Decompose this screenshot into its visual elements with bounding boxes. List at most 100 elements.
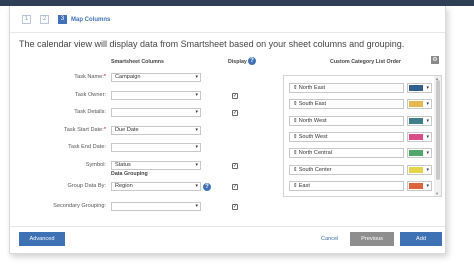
category-name[interactable]: ⇕South East [289,99,404,109]
column-select-value: Campaign [115,74,141,80]
color-swatch [409,150,423,156]
previous-button[interactable]: Previous [350,232,394,246]
category-name[interactable]: ⇕East [289,181,404,191]
chevron-down-icon: ▾ [195,127,198,133]
drag-handle-icon[interactable]: ⇕ [293,150,298,156]
gear-icon[interactable]: ⚙ [431,56,439,64]
scroll-thumb[interactable] [436,80,440,180]
wizard-steps: 1 2 3 Map Columns [22,15,110,24]
scroll-down-icon[interactable]: ▼ [435,191,439,196]
step-3[interactable]: 3 [58,15,67,24]
chevron-down-icon: ▾ [426,167,429,173]
color-swatch [409,85,423,91]
color-picker[interactable]: ▾ [407,116,432,126]
category-name-text: East [298,183,310,189]
drag-handle-icon[interactable]: ⇕ [293,183,298,189]
category-list-header: Custom Category List Order [330,59,401,65]
drag-handle-icon[interactable]: ⇕ [293,85,298,91]
category-row[interactable]: ⇕North East ▾ [289,83,433,93]
advanced-button[interactable]: Advanced [19,232,65,246]
column-select[interactable]: ▾ [111,108,201,117]
display-header: Display [228,59,247,65]
add-button[interactable]: Add [400,232,442,246]
display-checkbox[interactable]: ✓ [232,93,238,99]
category-row[interactable]: ⇕East ▾ [289,181,433,191]
display-checkbox[interactable]: ✓ [232,163,238,169]
display-checkbox[interactable]: ✓ [232,110,238,116]
column-select[interactable]: ▾ [111,91,201,100]
required-marker: * [103,74,106,80]
field-label: Task Name:* [16,74,106,80]
color-picker[interactable]: ▾ [407,165,432,175]
field-label-text: Task End Date: [68,144,106,150]
color-picker[interactable]: ▾ [407,99,432,109]
category-list-panel: ⇕North East ▾ ⇕South East ▾ ⇕North West ▾ ⇕Sou… [283,75,442,197]
color-swatch [409,183,423,189]
drag-handle-icon[interactable]: ⇕ [293,101,298,107]
field-label-text: Task Owner: [74,92,106,98]
category-row[interactable]: ⇕South Center ▾ [289,165,433,175]
category-name-text: South West [298,134,328,140]
column-select-value: Due Date [115,127,139,133]
color-swatch [409,134,423,140]
chevron-down-icon: ▾ [426,101,429,107]
chevron-down-icon: ▾ [195,203,198,209]
category-name[interactable]: ⇕North East [289,83,404,93]
category-row[interactable]: ⇕South West ▾ [289,132,433,142]
data-grouping-title: Data Grouping [111,171,148,177]
step-2[interactable]: 2 [40,15,49,24]
field-label: Task Owner: [16,92,106,98]
field-label-text: Symbol: [85,162,106,168]
chevron-down-icon: ▾ [195,92,198,98]
category-row[interactable]: ⇕North West ▾ [289,116,433,126]
chevron-down-icon: ▾ [195,162,198,168]
grouping-label: Secondary Grouping: [53,203,106,209]
grouping-label: Group Data By: [67,183,106,189]
category-row[interactable]: ⇕South East ▾ [289,99,433,109]
column-select[interactable]: Campaign ▾ [111,73,201,82]
color-picker[interactable]: ▾ [407,83,432,93]
group-help-icon[interactable]: ? [203,182,211,191]
grouping-select[interactable]: ▾ [111,202,201,211]
display-checkbox[interactable]: ✓ [232,184,238,190]
field-label: Task End Date: [16,144,106,150]
chevron-down-icon: ▾ [195,74,198,80]
category-name[interactable]: ⇕South West [289,132,404,142]
chevron-down-icon: ▾ [195,183,198,189]
column-select[interactable]: Due Date ▾ [111,126,201,135]
color-swatch [409,118,423,124]
category-name-text: South Center [298,167,332,173]
column-select[interactable]: ▾ [111,143,201,152]
intro-text: The calendar view will display data from… [19,39,405,49]
category-name-text: North West [298,118,327,124]
drag-handle-icon[interactable]: ⇕ [293,134,298,140]
color-picker[interactable]: ▾ [407,132,432,142]
category-name-text: North Central [298,150,332,156]
color-swatch [409,167,423,173]
chevron-down-icon: ▾ [426,118,429,124]
column-select[interactable]: Status ▾ [111,161,201,170]
category-scrollbar[interactable]: ▲ ▼ [434,76,441,196]
chevron-down-icon: ▾ [195,144,198,150]
chevron-down-icon: ▾ [426,150,429,156]
grouping-select-value: Region [115,183,133,189]
category-name[interactable]: ⇕North West [289,116,404,126]
drag-handle-icon[interactable]: ⇕ [293,167,298,173]
category-row[interactable]: ⇕North Central ▾ [289,148,433,158]
display-checkbox[interactable]: ✓ [232,204,238,210]
grouping-select[interactable]: Region ▾ [111,182,201,191]
display-help-icon[interactable]: ? [248,57,256,65]
step-1[interactable]: 1 [22,15,31,24]
required-marker: * [103,127,106,133]
category-name-text: South East [298,101,327,107]
field-label: Symbol: [16,162,106,168]
footer-divider [10,226,445,227]
cancel-button[interactable]: Cancel [321,236,338,242]
category-name[interactable]: ⇕South Center [289,165,404,175]
color-picker[interactable]: ▾ [407,181,432,191]
chevron-down-icon: ▾ [426,183,429,189]
chevron-down-icon: ▾ [426,85,429,91]
color-picker[interactable]: ▾ [407,148,432,158]
drag-handle-icon[interactable]: ⇕ [293,118,298,124]
category-name[interactable]: ⇕North Central [289,148,404,158]
